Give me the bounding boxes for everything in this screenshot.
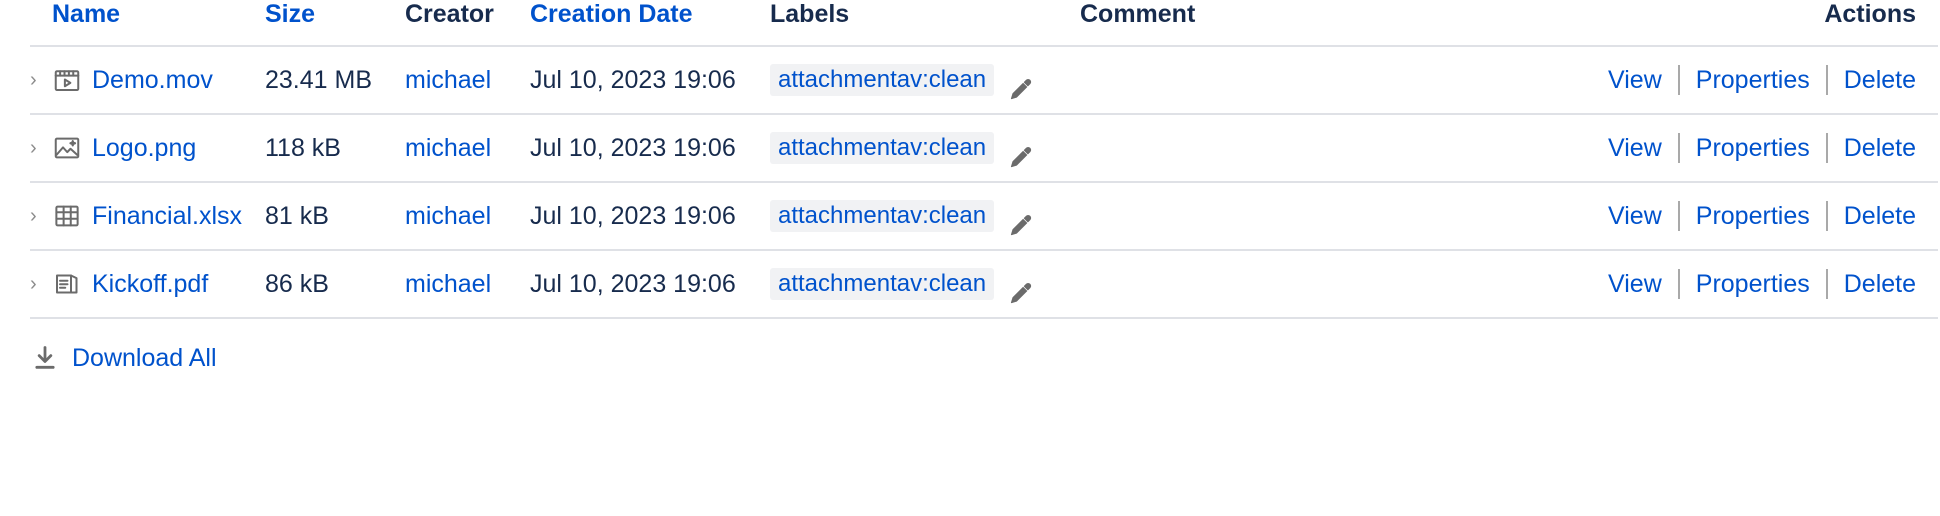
view-action-link[interactable]: View [1592, 202, 1678, 231]
action-separator [1677, 201, 1680, 231]
cell-size: 23.41 MB [265, 65, 373, 94]
cell-name: › Demo.mov [30, 46, 265, 114]
download-all-button[interactable]: Download All [30, 319, 1940, 373]
table-row: › Kickoff.pdf 86 kB michael Jul 10, 2023 19:… [30, 250, 1938, 318]
image-file-icon [52, 133, 82, 163]
delete-action-link[interactable]: Delete [1828, 134, 1916, 163]
column-header-creator-label: Creator [405, 0, 494, 28]
download-all-label[interactable]: Download All [72, 344, 217, 373]
attachments-panel: Name Size Creator Creation Date Labels C… [0, 0, 1940, 373]
cell-size: 81 kB [265, 201, 329, 230]
properties-action-link[interactable]: Properties [1680, 270, 1826, 299]
cell-name: › Financial.xlsx [30, 182, 265, 250]
movie-file-icon [52, 65, 82, 95]
cell-labels: attachmentav:clean [770, 182, 1080, 250]
delete-action-link[interactable]: Delete [1828, 202, 1916, 231]
cell-labels: attachmentav:clean [770, 46, 1080, 114]
cell-name: › Logo.png [30, 114, 265, 182]
table-header: Name Size Creator Creation Date Labels C… [30, 0, 1938, 46]
column-header-comment-label: Comment [1080, 0, 1196, 28]
table-row: › Logo.png 118 kB michael Jul 10, 2023 19:06… [30, 114, 1938, 182]
column-header-actions-label: Actions [1824, 0, 1916, 28]
column-header-labels: Labels [770, 0, 1080, 46]
pencil-icon[interactable] [1008, 144, 1034, 170]
action-separator [1677, 269, 1680, 299]
column-header-comment: Comment [1080, 0, 1500, 46]
table-row: › Demo.mov 23.41 MB michael Jul 10, 2023 19:… [30, 46, 1938, 114]
table-row: › Financial.xlsx 81 kB michael Jul 10, 2023 … [30, 182, 1938, 250]
creator-link[interactable]: michael [405, 66, 491, 94]
cell-creator: michael [405, 46, 530, 114]
cell-creation-date: Jul 10, 2023 19:06 [530, 201, 736, 230]
spreadsheet-file-icon [52, 201, 82, 231]
cell-actions: View Properties Delete [1500, 182, 1938, 250]
chevron-right-icon[interactable]: › [30, 70, 52, 90]
action-separator [1677, 133, 1680, 163]
cell-comment[interactable] [1080, 182, 1500, 250]
column-header-creation-date[interactable]: Creation Date [530, 0, 770, 46]
creator-link[interactable]: michael [405, 134, 491, 162]
view-action-link[interactable]: View [1592, 66, 1678, 95]
column-header-labels-label: Labels [770, 0, 850, 28]
cell-size: 86 kB [265, 269, 329, 298]
view-action-link[interactable]: View [1592, 134, 1678, 163]
cell-name: › Kickoff.pdf [30, 250, 265, 318]
creator-link[interactable]: michael [405, 270, 491, 298]
cell-creation-date: Jul 10, 2023 19:06 [530, 133, 736, 162]
cell-creator: michael [405, 182, 530, 250]
column-header-creation-date-label[interactable]: Creation Date [530, 0, 693, 28]
column-header-name-label[interactable]: Name [52, 0, 120, 28]
action-separator [1677, 65, 1680, 95]
label-chip[interactable]: attachmentav:clean [770, 200, 995, 232]
chevron-right-icon[interactable]: › [30, 274, 52, 294]
chevron-right-icon[interactable]: › [30, 138, 52, 158]
file-name-link[interactable]: Logo.png [92, 134, 196, 163]
cell-size: 118 kB [265, 133, 341, 162]
cell-creation-date: Jul 10, 2023 19:06 [530, 65, 736, 94]
attachments-table: Name Size Creator Creation Date Labels C… [30, 0, 1938, 319]
column-header-actions: Actions [1500, 0, 1938, 46]
pencil-icon[interactable] [1008, 280, 1034, 306]
label-chip[interactable]: attachmentav:clean [770, 64, 995, 96]
table-body: › Demo.mov 23.41 MB michael Jul 10, 2023 19:… [30, 46, 1938, 318]
action-separator [1825, 133, 1828, 163]
file-name-link[interactable]: Financial.xlsx [92, 202, 242, 231]
cell-comment[interactable] [1080, 46, 1500, 114]
cell-labels: attachmentav:clean [770, 250, 1080, 318]
cell-labels: attachmentav:clean [770, 114, 1080, 182]
column-header-size-label[interactable]: Size [265, 0, 315, 28]
cell-actions: View Properties Delete [1500, 250, 1938, 318]
file-name-link[interactable]: Demo.mov [92, 66, 213, 95]
creator-link[interactable]: michael [405, 202, 491, 230]
action-separator [1825, 65, 1828, 95]
file-name-link[interactable]: Kickoff.pdf [92, 270, 208, 299]
cell-actions: View Properties Delete [1500, 46, 1938, 114]
cell-actions: View Properties Delete [1500, 114, 1938, 182]
cell-comment[interactable] [1080, 250, 1500, 318]
properties-action-link[interactable]: Properties [1680, 66, 1826, 95]
cell-creator: michael [405, 250, 530, 318]
download-icon [30, 343, 60, 373]
chevron-right-icon[interactable]: › [30, 206, 52, 226]
cell-creation-date: Jul 10, 2023 19:06 [530, 269, 736, 298]
table-header-row: Name Size Creator Creation Date Labels C… [30, 0, 1938, 46]
pencil-icon[interactable] [1008, 76, 1034, 102]
pdf-file-icon [52, 269, 82, 299]
delete-action-link[interactable]: Delete [1828, 66, 1916, 95]
action-separator [1825, 201, 1828, 231]
properties-action-link[interactable]: Properties [1680, 202, 1826, 231]
label-chip[interactable]: attachmentav:clean [770, 268, 995, 300]
cell-creator: michael [405, 114, 530, 182]
action-separator [1825, 269, 1828, 299]
view-action-link[interactable]: View [1592, 270, 1678, 299]
properties-action-link[interactable]: Properties [1680, 134, 1826, 163]
column-header-size[interactable]: Size [265, 0, 405, 46]
label-chip[interactable]: attachmentav:clean [770, 132, 995, 164]
pencil-icon[interactable] [1008, 212, 1034, 238]
cell-comment[interactable] [1080, 114, 1500, 182]
column-header-creator: Creator [405, 0, 530, 46]
column-header-name[interactable]: Name [30, 0, 265, 46]
delete-action-link[interactable]: Delete [1828, 270, 1916, 299]
